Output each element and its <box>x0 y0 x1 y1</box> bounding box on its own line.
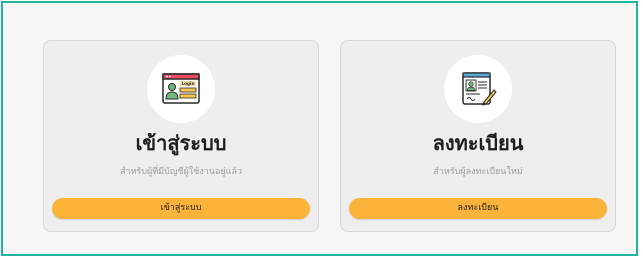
login-button[interactable]: เข้าสู่ระบบ <box>52 198 310 219</box>
login-icon-circle: Login <box>147 55 215 123</box>
login-title: เข้าสู่ระบบ <box>135 131 227 155</box>
login-card: Login เข้าสู่ระบบ สำหรับผู้ที่มีบัญชีผู้… <box>43 40 319 232</box>
login-screen-icon: Login <box>162 73 200 104</box>
register-card: ลงทะเบียน สำหรับผู้ลงทะเบียนใหม่ ลงทะเบี… <box>340 40 616 232</box>
register-form-icon <box>462 72 497 106</box>
register-description: สำหรับผู้ลงทะเบียนใหม่ <box>433 167 523 177</box>
login-description: สำหรับผู้ที่มีบัญชีผู้ใช้งานอยู่แล้ว <box>119 167 243 177</box>
page-frame: Login เข้าสู่ระบบ สำหรับผู้ที่มีบัญชีผู้… <box>1 1 638 256</box>
login-icon-text: Login <box>182 81 195 86</box>
register-button[interactable]: ลงทะเบียน <box>349 198 607 219</box>
register-title: ลงทะเบียน <box>432 131 524 155</box>
register-icon-circle <box>444 55 512 123</box>
